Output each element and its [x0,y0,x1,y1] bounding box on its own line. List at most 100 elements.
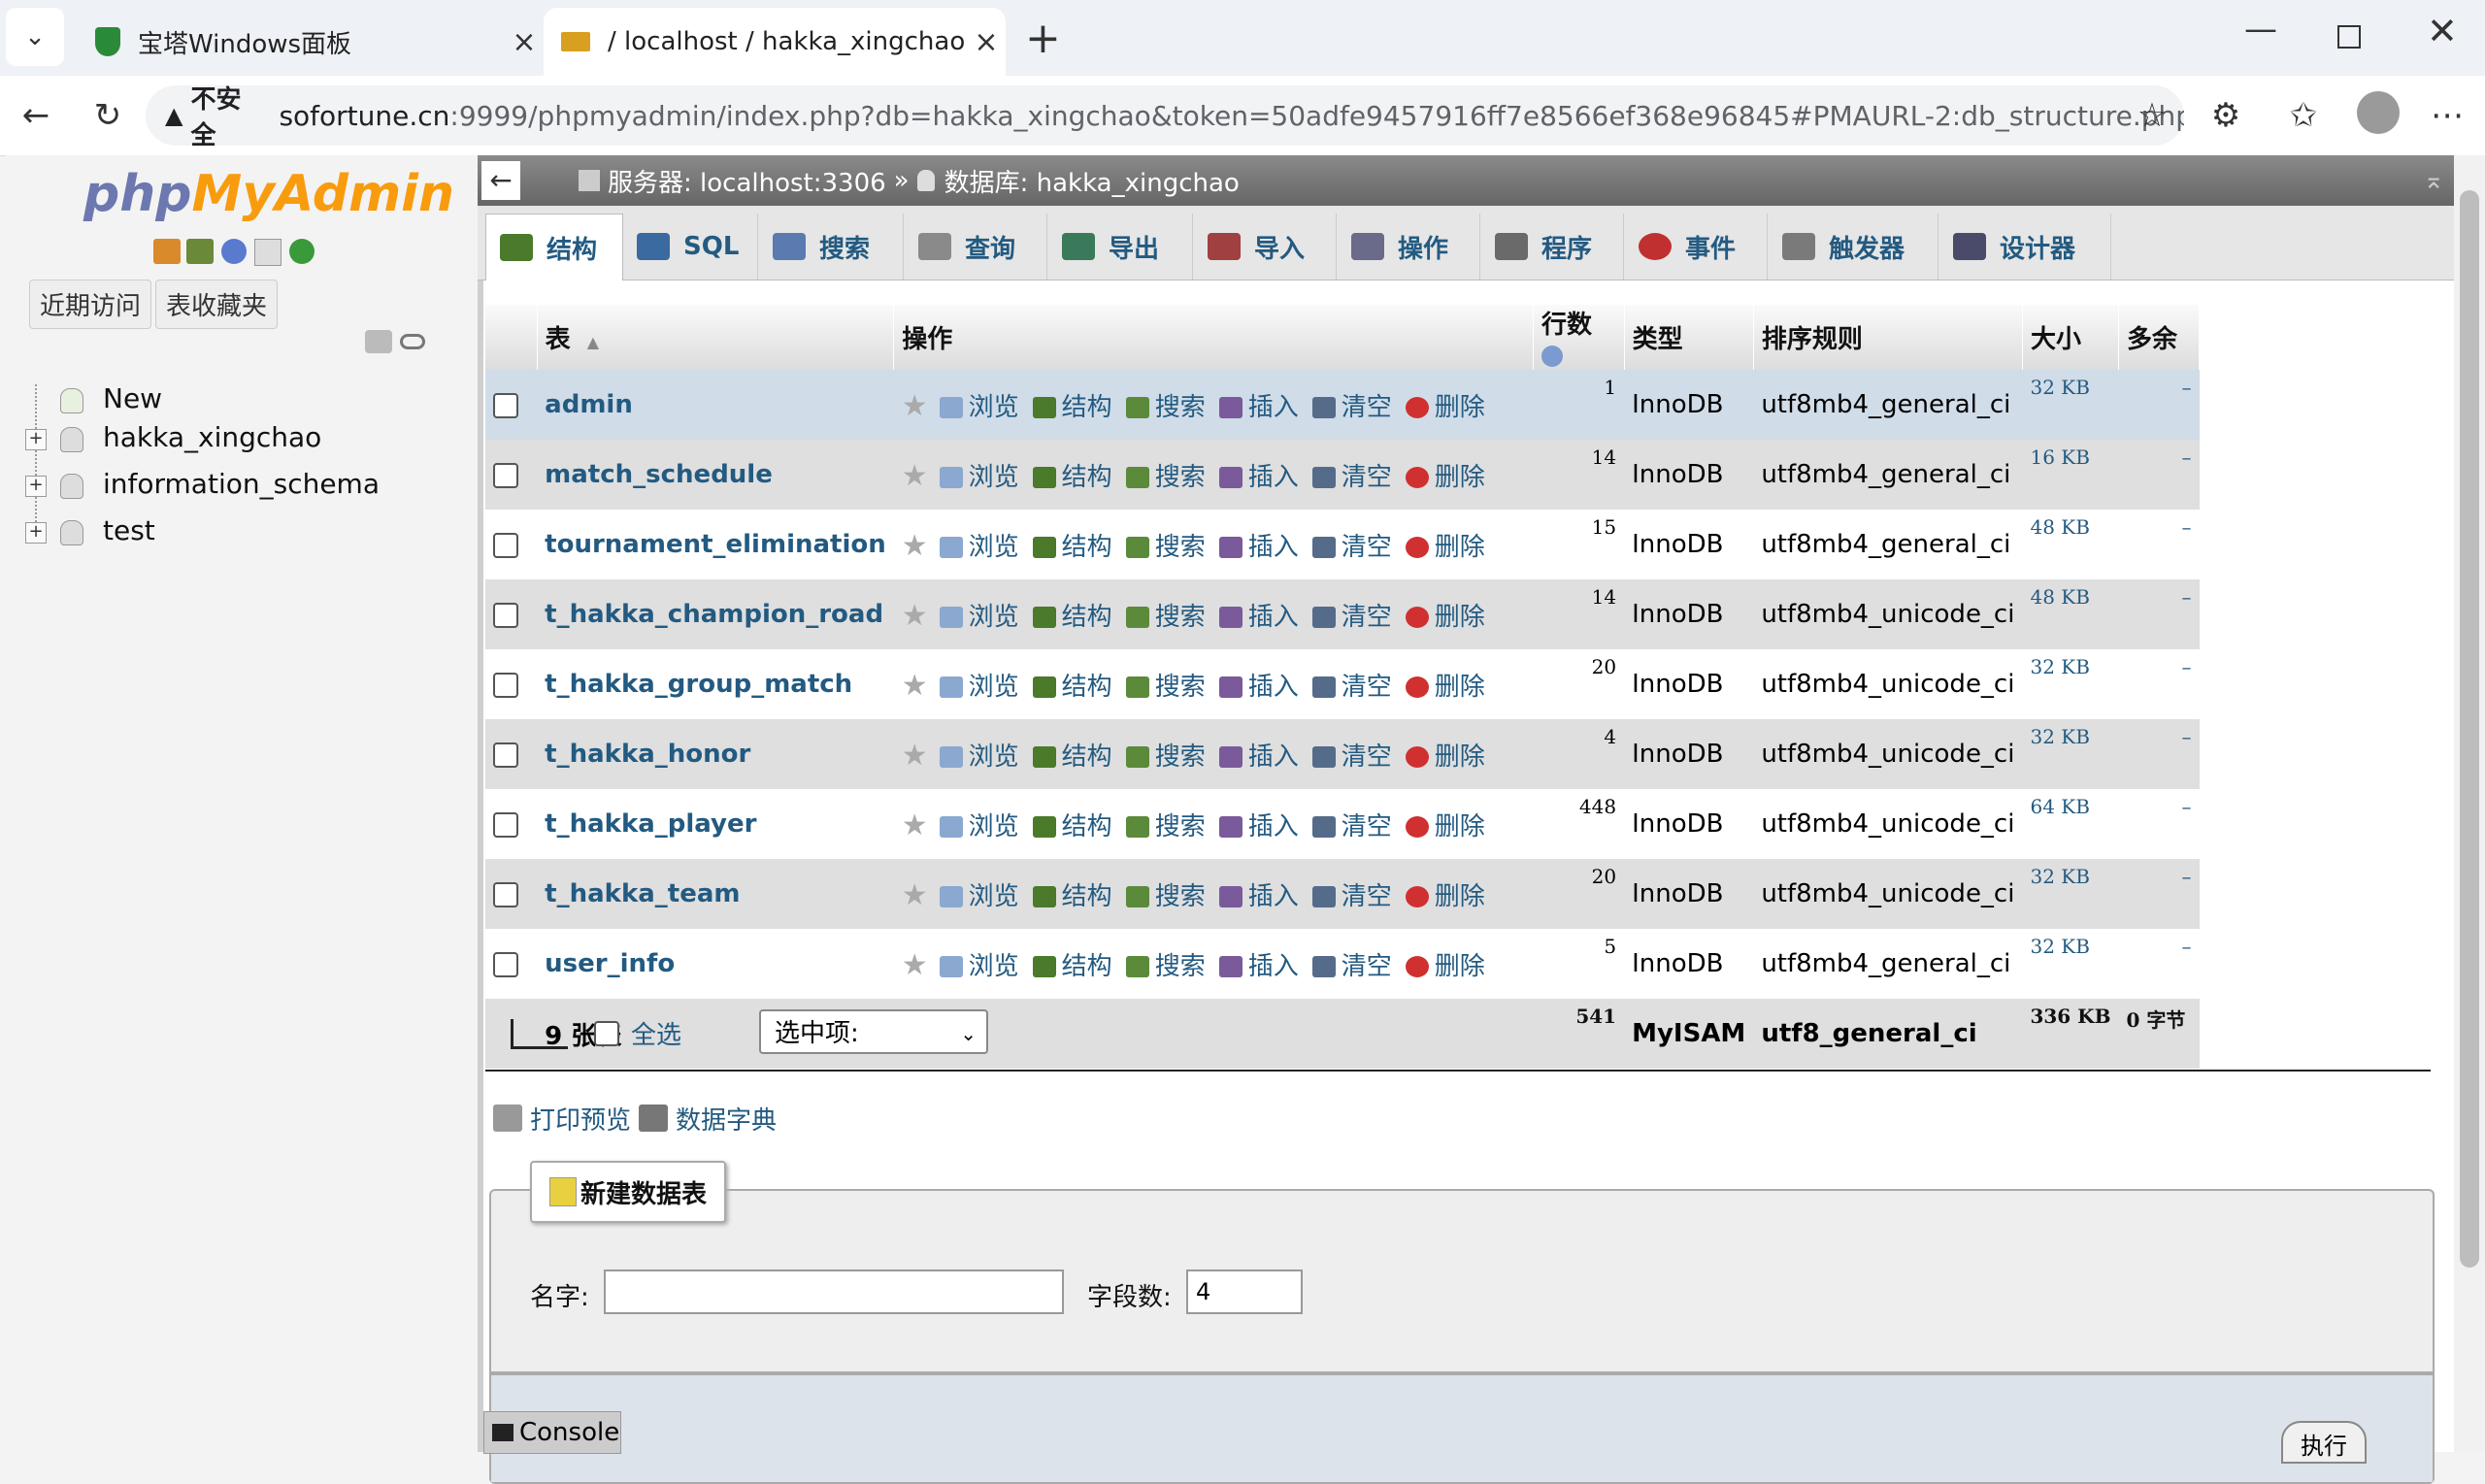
action-search-link[interactable]: 搜索 [1125,946,1206,982]
action-drop-link[interactable]: 删除 [1405,667,1485,703]
action-empty-link[interactable]: 清空 [1311,807,1392,842]
row-size[interactable]: 16 KB [2022,440,2119,510]
print-view-link[interactable]: 打印预览 [530,1101,631,1137]
expand-icon[interactable]: + [25,522,47,544]
tree-item-hakka-xingchao[interactable]: hakka_xingchao [103,421,321,453]
dictionary-icon[interactable] [639,1105,668,1132]
tab-export[interactable]: 导出 [1048,214,1193,280]
address-bar[interactable]: ▲ 不安全 sofortune.cn :9999/phpmyadmin/inde… [146,85,2184,150]
action-structure-link[interactable]: 结构 [1032,807,1112,842]
collapse-all-icon[interactable] [365,330,392,353]
action-empty-link[interactable]: 清空 [1311,387,1392,423]
action-empty-link[interactable]: 清空 [1311,457,1392,493]
recent-tables-button[interactable]: 近期访问 [29,280,152,329]
table-name-link[interactable]: user_info [537,929,894,999]
header-overhead[interactable]: 多余 [2118,305,2201,370]
table-name-link[interactable]: tournament_elimination [537,510,894,579]
table-name-link[interactable]: match_schedule [537,440,894,510]
new-tab-icon[interactable]: + [1025,14,1061,63]
table-name-link[interactable]: t_hakka_champion_road [537,579,894,649]
tab-import[interactable]: 导入 [1194,214,1337,280]
close-window-icon[interactable]: ✕ [2427,10,2458,52]
action-insert-link[interactable]: 插入 [1218,737,1299,773]
action-structure-link[interactable]: 结构 [1032,667,1112,703]
action-search-link[interactable]: 搜索 [1125,737,1206,773]
tree-item-new[interactable]: New [103,382,162,414]
tab-routines[interactable]: 程序 [1481,214,1624,280]
header-rows[interactable]: 行数 [1533,305,1625,370]
action-insert-link[interactable]: 插入 [1218,457,1299,493]
action-structure-link[interactable]: 结构 [1032,946,1112,982]
action-browse-link[interactable]: 浏览 [939,387,1019,423]
more-menu-icon[interactable]: ⋯ [2421,89,2473,142]
collapse-panel-icon[interactable]: ← [481,161,520,200]
link-icon[interactable] [400,334,425,349]
row-checkbox[interactable] [493,392,518,418]
tree-item-test[interactable]: test [103,514,155,546]
action-search-link[interactable]: 搜索 [1125,597,1206,633]
action-empty-link[interactable]: 清空 [1311,597,1392,633]
tab-operations[interactable]: 操作 [1338,214,1480,280]
home-icon[interactable] [153,239,181,264]
action-structure-link[interactable]: 结构 [1032,387,1112,423]
extensions-icon[interactable]: ⚙ [2200,89,2252,142]
favorite-star-icon[interactable]: ★ [902,808,928,842]
action-empty-link[interactable]: 清空 [1311,737,1392,773]
header-collation[interactable]: 排序规则 [1753,305,2023,370]
table-row[interactable]: tournament_elimination ★ 浏览 结构 搜索 插入 清空 删除 15 Inn… [485,510,2200,579]
action-structure-link[interactable]: 结构 [1032,597,1112,633]
favorite-tables-button[interactable]: 表收藏夹 [155,280,279,329]
action-drop-link[interactable]: 删除 [1405,807,1485,842]
action-structure-link[interactable]: 结构 [1032,527,1112,563]
action-browse-link[interactable]: 浏览 [939,667,1019,703]
tab-list-button[interactable]: ⌄ [6,8,64,66]
row-size[interactable]: 48 KB [2022,579,2119,649]
action-insert-link[interactable]: 插入 [1218,876,1299,912]
select-all-label[interactable]: 全选 [631,1015,681,1051]
row-size[interactable]: 32 KB [2022,929,2119,999]
reload-icon[interactable]: ↻ [82,89,134,142]
columns-input[interactable]: 4 [1186,1270,1303,1314]
reload-nav-icon[interactable] [289,239,315,264]
minimize-icon[interactable]: — [2244,10,2277,49]
action-browse-link[interactable]: 浏览 [939,597,1019,633]
action-search-link[interactable]: 搜索 [1125,876,1206,912]
row-checkbox[interactable] [493,672,518,698]
logout-icon[interactable] [186,239,214,264]
browser-tab-baota[interactable]: 宝塔Windows面板 × [78,8,544,76]
favorite-star-icon[interactable]: ★ [902,599,928,633]
favorites-icon[interactable]: ✩ [2277,89,2330,142]
action-structure-link[interactable]: 结构 [1032,737,1112,773]
action-browse-link[interactable]: 浏览 [939,527,1019,563]
table-name-input[interactable] [604,1270,1064,1314]
scrollbar-thumb[interactable] [2460,190,2479,1268]
row-size[interactable]: 64 KB [2022,789,2119,859]
action-drop-link[interactable]: 删除 [1405,387,1485,423]
tab-search[interactable]: 搜索 [759,214,904,280]
docs-icon[interactable] [254,239,282,266]
row-checkbox[interactable] [493,951,518,977]
table-row[interactable]: t_hakka_team ★ 浏览 结构 搜索 插入 清空 删除 20 InnoDB utf8mb4… [485,859,2200,929]
go-button[interactable]: 执行 [2281,1421,2367,1464]
action-search-link[interactable]: 搜索 [1125,457,1206,493]
table-row[interactable]: t_hakka_champion_road ★ 浏览 结构 搜索 插入 清空 删除 14 Inno… [485,579,2200,649]
data-dictionary-link[interactable]: 数据字典 [676,1101,777,1137]
row-size[interactable]: 32 KB [2022,649,2119,719]
table-row[interactable]: t_hakka_player ★ 浏览 结构 搜索 插入 清空 删除 448 InnoDB utf8… [485,789,2200,859]
action-browse-link[interactable]: 浏览 [939,807,1019,842]
row-checkbox[interactable] [493,532,518,558]
favorite-star-icon[interactable]: ★ [902,878,928,912]
action-drop-link[interactable]: 删除 [1405,737,1485,773]
action-insert-link[interactable]: 插入 [1218,387,1299,423]
action-insert-link[interactable]: 插入 [1218,597,1299,633]
table-name-link[interactable]: t_hakka_team [537,859,894,929]
action-insert-link[interactable]: 插入 [1218,807,1299,842]
table-row[interactable]: t_hakka_honor ★ 浏览 结构 搜索 插入 清空 删除 4 InnoDB utf8mb4… [485,719,2200,789]
favorite-star-icon[interactable]: ★ [902,739,928,773]
server-breadcrumb[interactable]: 服务器: localhost:3306 [608,163,886,199]
row-size[interactable]: 32 KB [2022,370,2119,440]
action-browse-link[interactable]: 浏览 [939,946,1019,982]
favorite-star-icon[interactable]: ★ [902,529,928,563]
tab-triggers[interactable]: 触发器 [1769,214,1938,280]
header-size[interactable]: 大小 [2022,305,2119,370]
